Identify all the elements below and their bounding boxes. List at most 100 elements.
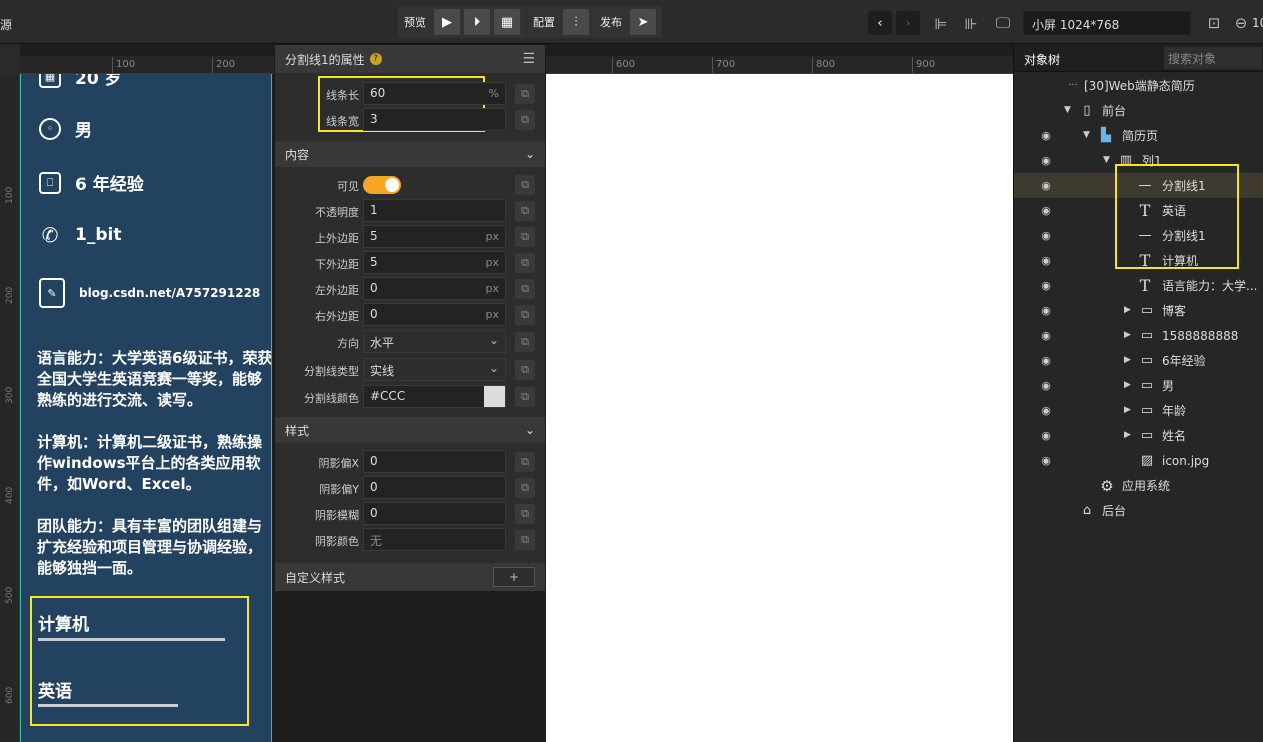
divider-line[interactable] [38,704,178,707]
copy-icon[interactable]: ⧉ [515,279,535,299]
tree-item-language[interactable]: ◉ T 语言能力：大学... [1014,273,1263,298]
caret-right-icon[interactable]: ▶ [1124,355,1131,365]
config-button[interactable]: ⫶ [563,9,589,35]
copy-icon[interactable]: ⧉ [515,504,535,524]
line-width-input[interactable]: 3 [363,108,506,131]
language-paragraph[interactable]: 语言能力：大学英语6级证书，荣获全国大学生英语竞赛一等奖，能够熟练的进行交流、读… [37,348,271,411]
caret-down-icon[interactable]: ▼ [1064,105,1071,115]
style-section-header[interactable]: 样式 ⌄ [275,417,545,443]
copy-icon[interactable]: ⧉ [515,387,535,407]
copy-icon[interactable]: ⧉ [515,227,535,247]
play-step-button[interactable]: ⏵ [464,9,490,35]
forward-button[interactable]: › [896,11,920,35]
section-title-computer[interactable]: 计算机 [38,610,89,635]
margin-left-input[interactable]: 0 px [363,277,506,300]
tree-item-name[interactable]: ◉ ▶ ▭ 姓名 [1014,423,1263,448]
tree-item-image[interactable]: ◉ ▨ icon.jpg [1014,448,1263,473]
tree-item-resume-page[interactable]: ◉ ▼ ▙ 简历页 [1014,123,1263,148]
caret-right-icon[interactable]: ▶ [1124,430,1131,440]
tree-item-experience[interactable]: ◉ ▶ ▭ 6年经验 [1014,348,1263,373]
fit-button[interactable]: ⊡ [1205,14,1223,32]
publish-button[interactable]: ➤ [630,9,656,35]
eye-icon[interactable]: ◉ [1038,228,1054,242]
shadow-color-input[interactable]: 无 [363,528,506,551]
margin-bottom-input[interactable]: 5 px [363,251,506,274]
caret-right-icon[interactable]: ▶ [1124,380,1131,390]
copy-icon[interactable]: ⧉ [515,360,535,380]
tree-item-gender[interactable]: ◉ ▶ ▭ 男 [1014,373,1263,398]
copy-icon[interactable]: ⧉ [515,478,535,498]
tree-item-blog[interactable]: ◉ ▶ ▭ 博客 [1014,298,1263,323]
experience-row[interactable]: ⎕ 6 年经验 [39,170,144,195]
shadow-y-input[interactable]: 0 [363,476,506,499]
opacity-input[interactable]: 1 [363,199,506,222]
align-left-button[interactable]: ⊫ [930,14,952,34]
eye-icon[interactable]: ◉ [1038,353,1054,367]
eye-icon[interactable]: ◉ [1038,203,1054,217]
menu-icon[interactable]: ☰ [522,51,535,67]
line-type-select[interactable]: 实线 ⌄ [363,358,506,381]
align-center-button[interactable]: ⊪ [960,14,982,34]
tree-item-app-system[interactable]: ⚙ 应用系统 [1014,473,1263,498]
divider-line[interactable] [38,638,225,641]
copy-icon[interactable]: ⧉ [515,452,535,472]
margin-right-input[interactable]: 0 px [363,303,506,326]
direction-select[interactable]: 水平 ⌄ [363,330,506,353]
caret-down-icon[interactable]: ▼ [1103,155,1110,165]
line-length-input[interactable]: 60% [363,82,506,105]
caret-right-icon[interactable]: ▶ [1124,330,1131,340]
tree-item-project[interactable]: ··· [30]Web端静态简历 [1014,73,1263,98]
copy-icon[interactable]: ⧉ [515,175,535,195]
screen-size-select[interactable]: 小屏 1024*768 [1023,11,1191,35]
age-row[interactable]: ▦ 20 岁 [39,74,122,89]
eye-icon[interactable]: ◉ [1038,428,1054,442]
copy-icon[interactable]: ⧉ [515,253,535,273]
eye-icon[interactable]: ◉ [1038,128,1054,142]
eye-icon[interactable]: ◉ [1038,303,1054,317]
team-paragraph[interactable]: 团队能力：具有丰富的团队组建与扩充经验和项目管理与协调经验，能够独挡一面。 [37,516,271,579]
copy-icon[interactable]: ⧉ [515,530,535,550]
eye-icon[interactable]: ◉ [1038,278,1054,292]
eye-icon[interactable]: ◉ [1038,328,1054,342]
blog-row[interactable]: ✎ blog.csdn.net/A757291228 [39,278,260,308]
caret-right-icon[interactable]: ▶ [1124,305,1131,315]
eye-icon[interactable]: ◉ [1038,253,1054,267]
tree-item-phone[interactable]: ◉ ▶ ▭ 1588888888 [1014,323,1263,348]
content-section-header[interactable]: 内容 ⌄ [275,141,545,167]
play-button[interactable]: ▶ [434,9,460,35]
resume-column[interactable]: ▦ 20 岁 ◦ 男 ⎕ 6 年经验 ✆ 1_bit ✎ blog.csdn.n… [20,74,272,742]
search-objects-input[interactable]: 搜索对象 [1164,47,1262,69]
add-style-button[interactable]: + [493,567,535,587]
computer-paragraph[interactable]: 计算机：计算机二级证书，熟练操作windows平台上的各类应用软件，如Word、… [37,432,271,495]
copy-icon[interactable]: ⧉ [515,332,535,352]
device-button[interactable]: 🖵 [990,12,1016,34]
copy-icon[interactable]: ⧉ [515,305,535,325]
copy-icon[interactable]: ⧉ [515,110,535,130]
copy-icon[interactable]: ⧉ [515,201,535,221]
eye-icon[interactable]: ◉ [1038,153,1054,167]
tree-item-frontend[interactable]: ▼ ▯ 前台 [1014,98,1263,123]
gender-row[interactable]: ◦ 男 [39,116,92,141]
shadow-blur-input[interactable]: 0 [363,502,506,525]
design-canvas[interactable] [546,74,1013,742]
zoom-out-button[interactable]: ⊖ [1232,14,1250,32]
eye-icon[interactable]: ◉ [1038,403,1054,417]
line-color-input[interactable]: #CCC [363,385,506,408]
margin-top-input[interactable]: 5 px [363,225,506,248]
shadow-x-input[interactable]: 0 [363,450,506,473]
visible-toggle[interactable] [363,176,401,194]
tree-item-age[interactable]: ◉ ▶ ▭ 年龄 [1014,398,1263,423]
object-tree-tab[interactable]: 对象树 [1024,51,1060,68]
caret-right-icon[interactable]: ▶ [1124,405,1131,415]
phone-row[interactable]: ✆ 1_bit [39,223,122,247]
eye-icon[interactable]: ◉ [1038,178,1054,192]
tree-item-backend[interactable]: ⌂ 后台 [1014,498,1263,523]
layout-preview-button[interactable]: ▦ [494,9,520,35]
color-swatch[interactable] [484,386,505,407]
eye-icon[interactable]: ◉ [1038,378,1054,392]
help-icon[interactable]: ? [369,53,382,65]
eye-icon[interactable]: ◉ [1038,453,1054,467]
back-button[interactable]: ‹ [868,11,892,35]
caret-down-icon[interactable]: ▼ [1083,130,1090,140]
section-title-english[interactable]: 英语 [38,677,72,702]
